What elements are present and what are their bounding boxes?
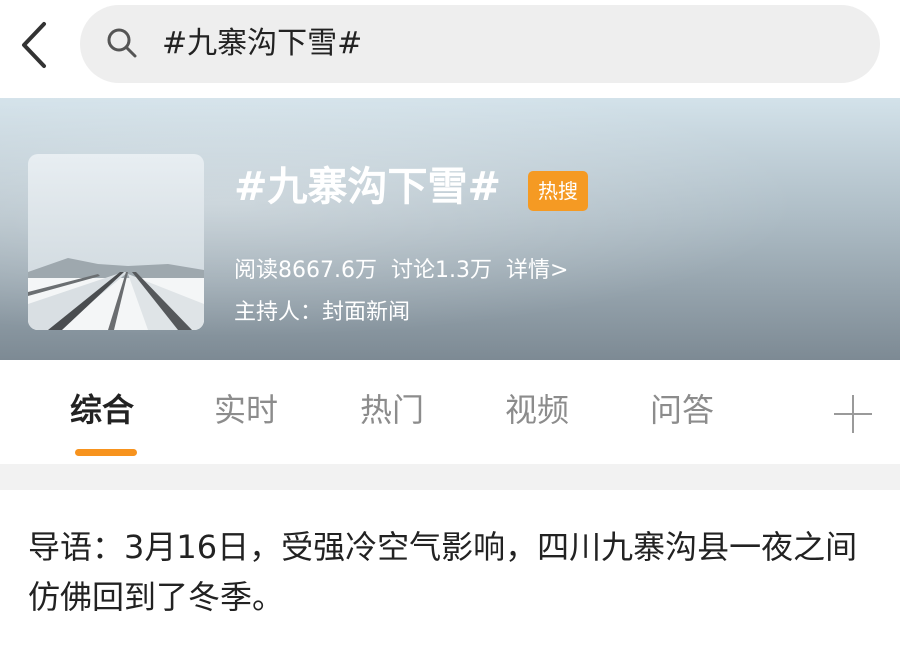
- plus-icon[interactable]: [834, 395, 872, 433]
- details-link[interactable]: 详情>: [506, 258, 568, 283]
- read-count: 阅读8667.6万: [234, 258, 377, 283]
- topic-title: #九寨沟下雪#: [234, 164, 502, 210]
- tab-video[interactable]: 视频: [505, 390, 569, 430]
- active-tab-indicator: [75, 449, 137, 456]
- tab-comprehensive[interactable]: 综合: [70, 390, 134, 430]
- topic-header: #九寨沟下雪# 热搜 阅读8667.6万 讨论1.3万 详情> 主持人：封面新闻: [0, 98, 900, 360]
- search-query[interactable]: #九寨沟下雪#: [162, 27, 362, 61]
- back-button[interactable]: [14, 20, 58, 70]
- tab-qa[interactable]: 问答: [650, 390, 714, 430]
- discussion-count: 讨论1.3万: [390, 258, 492, 283]
- chevron-left-icon: [22, 22, 46, 68]
- topic-thumbnail[interactable]: [28, 154, 204, 330]
- topic-stats: 阅读8667.6万 讨论1.3万 详情>: [234, 256, 582, 286]
- tab-realtime[interactable]: 实时: [214, 390, 278, 430]
- search-icon: [107, 28, 137, 58]
- hot-search-badge: 热搜: [528, 171, 588, 211]
- snow-road-image: [28, 154, 204, 330]
- top-bar: #九寨沟下雪#: [0, 0, 900, 98]
- section-divider: [0, 464, 900, 490]
- topic-host: 主持人：封面新闻: [234, 300, 411, 325]
- tab-popular[interactable]: 热门: [360, 390, 424, 430]
- search-bar[interactable]: #九寨沟下雪#: [80, 5, 880, 83]
- topic-intro: 导语：3月16日，受强冷空气影响，四川九寨沟县一夜之间仿佛回到了冬季。: [28, 528, 858, 616]
